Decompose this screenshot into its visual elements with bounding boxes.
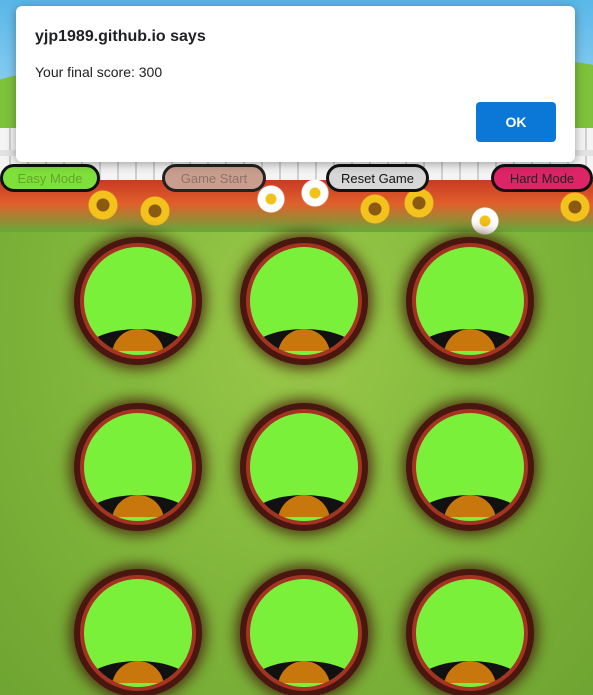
ok-button[interactable]: OK xyxy=(476,102,556,142)
flower-icon xyxy=(88,190,118,220)
flower-icon xyxy=(300,178,330,208)
dialog-title: yjp1989.github.io says xyxy=(35,28,206,45)
flower-icon xyxy=(404,188,434,218)
mole-hole[interactable] xyxy=(80,575,196,691)
reset-game-button[interactable]: Reset Game xyxy=(326,164,429,192)
flower-icon xyxy=(560,192,590,222)
flower-icon xyxy=(360,194,390,224)
mole-hole[interactable] xyxy=(246,409,362,525)
mole-hole[interactable] xyxy=(412,409,528,525)
mole-hole[interactable] xyxy=(80,409,196,525)
flower-icon xyxy=(470,206,500,236)
hard-mode-button[interactable]: Hard Mode xyxy=(491,164,593,192)
dialog-message: Your final score: 300 xyxy=(35,64,163,80)
mole-hole[interactable] xyxy=(412,243,528,359)
mole-hole[interactable] xyxy=(246,575,362,691)
easy-mode-button[interactable]: Easy Mode xyxy=(0,164,100,192)
game-start-button[interactable]: Game Start xyxy=(162,164,266,192)
mole-hole[interactable] xyxy=(412,575,528,691)
flower-icon xyxy=(140,196,170,226)
alert-dialog: yjp1989.github.io says Your final score:… xyxy=(16,6,575,162)
mole-hole[interactable] xyxy=(246,243,362,359)
mole-hole[interactable] xyxy=(80,243,196,359)
